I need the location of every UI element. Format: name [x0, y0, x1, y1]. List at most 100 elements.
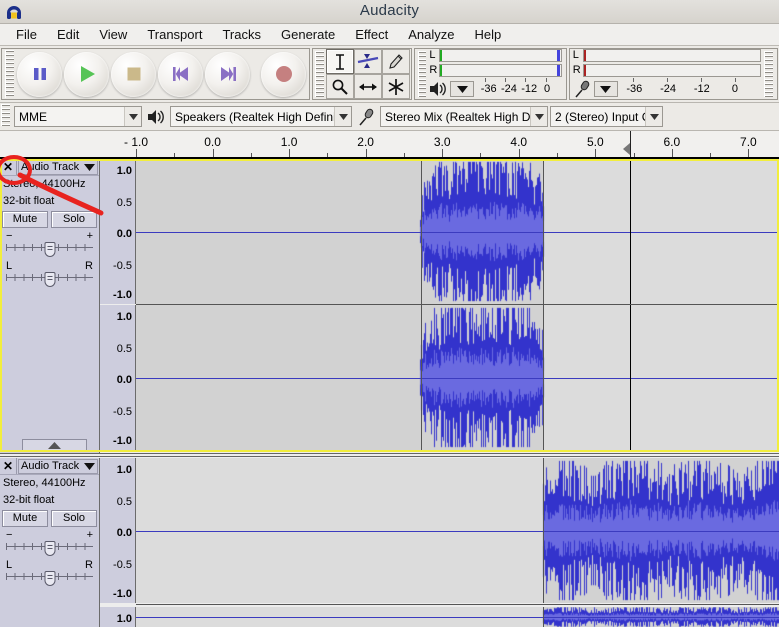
track-1-close-button[interactable]: ✕	[0, 159, 17, 175]
track-2-solo-button[interactable]: Solo	[51, 510, 97, 527]
track-1-control-panel: ✕ Audio Track Stereo, 44100Hz 32-bit flo…	[0, 159, 100, 455]
track-2-gain-max-label: +	[86, 529, 93, 541]
t2c1-vlabel-1: 1.0	[116, 464, 132, 476]
input-channels-select[interactable]: 2 (Stereo) Input C	[550, 106, 663, 127]
zoom-tool-button[interactable]	[326, 74, 354, 99]
ruler-label-6: 5.0	[586, 135, 604, 149]
track-1-gain-min-label: −	[6, 230, 13, 242]
track-1-channel-1-waveform[interactable]	[136, 159, 779, 304]
play-button[interactable]	[64, 51, 109, 97]
track-1-gain-thumb[interactable]	[44, 242, 55, 257]
playback-scale-12: -12	[521, 83, 538, 95]
t1c1-vlabel-1: 1.0	[116, 165, 132, 177]
playhead-line[interactable]	[629, 131, 631, 157]
track-1-pan-thumb[interactable]	[44, 272, 55, 287]
tools-toolbar	[312, 48, 412, 100]
record-meter-start-l	[583, 50, 586, 61]
menu-view[interactable]: View	[89, 25, 137, 44]
playback-meter-bar-r[interactable]	[439, 64, 562, 77]
track-2-channel-separator	[136, 604, 779, 605]
skip-to-end-button[interactable]	[205, 51, 250, 97]
pause-button[interactable]	[17, 51, 62, 97]
track-1-name-dropdown[interactable]: Audio Track	[18, 159, 98, 175]
menu-edit[interactable]: Edit	[47, 25, 89, 44]
playback-meter-clip-r	[556, 65, 560, 76]
record-meter-menu-button[interactable]	[593, 81, 618, 97]
track-2-close-button[interactable]: ✕	[0, 458, 17, 474]
timeshift-tool-button[interactable]	[354, 74, 382, 99]
track-2-mute-button[interactable]: Mute	[2, 510, 48, 527]
stop-button[interactable]	[111, 51, 156, 97]
edit-cursor	[629, 305, 631, 450]
track-2-header: ✕ Audio Track	[0, 458, 99, 475]
speaker-icon	[148, 109, 164, 124]
track-2-gain-slider[interactable]: − +	[6, 529, 93, 557]
clip-edge	[543, 458, 545, 603]
track-2-pan-left-label: L	[6, 559, 13, 571]
track-2-gain-thumb[interactable]	[44, 541, 55, 556]
track-2-channel-1-waveform[interactable]	[136, 458, 779, 603]
device-toolbar: MME Speakers (Realtek High Definit Stere…	[0, 103, 779, 131]
playback-meter-bar-l[interactable]	[439, 49, 562, 62]
playback-scale-24: -24	[500, 83, 517, 95]
track-1-solo-button[interactable]: Solo	[51, 211, 97, 228]
draw-tool-button[interactable]	[382, 49, 410, 74]
menu-file[interactable]: File	[6, 25, 47, 44]
record-button[interactable]	[261, 51, 306, 97]
t1c1-vlabel-m1: -1.0	[113, 289, 132, 301]
clip-edge	[543, 305, 545, 450]
input-device-select[interactable]: Stereo Mix (Realtek High Defir	[380, 106, 548, 127]
t2c1-vlabel-m1: -1.0	[113, 588, 132, 600]
record-meter-label-r: R	[572, 64, 581, 76]
envelope-tool-button[interactable]	[354, 49, 382, 74]
track-1-collapse-button[interactable]	[22, 439, 87, 452]
clip-edge	[420, 159, 422, 304]
record-meter-toolbar: L R -36 -24 -12 0	[568, 48, 778, 100]
playback-scale-36: -36	[480, 83, 497, 95]
track-1-pan-slider[interactable]: L R	[6, 261, 93, 288]
track-2-format-line-1: Stereo, 44100Hz	[3, 477, 86, 489]
multi-tool-button[interactable]	[382, 74, 410, 99]
track-1-mute-solo-row: Mute Solo	[2, 211, 97, 228]
timeline-ruler[interactable]: - 1.0 0.0 1.0 2.0 3.0 4.0 5.0 6.0 7.0	[0, 131, 779, 159]
transport-toolbar-grip[interactable]	[5, 50, 14, 98]
output-device-value: Speakers (Realtek High Definit	[175, 109, 340, 124]
t1c2-vlabel-1: 1.0	[116, 311, 132, 323]
device-toolbar-grip[interactable]	[1, 104, 10, 126]
menu-analyze[interactable]: Analyze	[398, 25, 464, 44]
record-meter-bar-r[interactable]	[582, 64, 762, 77]
track-2-channel-2-waveform[interactable]	[136, 607, 779, 627]
t1c2-vlabel-m05: -0.5	[113, 406, 132, 418]
t2c1-vlabel-m05: -0.5	[113, 559, 132, 571]
edit-cursor	[629, 159, 631, 304]
menu-transport[interactable]: Transport	[137, 25, 212, 44]
menu-help[interactable]: Help	[464, 25, 511, 44]
record-meter-bar-l[interactable]	[582, 49, 762, 62]
audio-track-1: ✕ Audio Track Stereo, 44100Hz 32-bit flo…	[0, 159, 779, 455]
chevron-down-icon	[530, 107, 547, 126]
audio-track-2: ✕ Audio Track Stereo, 44100Hz 32-bit flo…	[0, 458, 779, 627]
playhead-marker[interactable]	[622, 143, 630, 155]
audio-host-value: MME	[19, 109, 47, 124]
track-2-name-dropdown[interactable]: Audio Track	[18, 458, 98, 474]
menu-tracks[interactable]: Tracks	[212, 25, 271, 44]
track-2-gain-min-label: −	[6, 529, 13, 541]
track-2-pan-thumb[interactable]	[44, 571, 55, 586]
tools-toolbar-grip[interactable]	[315, 51, 324, 97]
output-device-select[interactable]: Speakers (Realtek High Definit	[170, 106, 352, 127]
track-2-pan-slider[interactable]: L R	[6, 559, 93, 587]
track-1-gain-slider[interactable]: − +	[6, 230, 93, 258]
playback-meter-start-l	[440, 50, 443, 61]
skip-to-start-button[interactable]	[158, 51, 203, 97]
menu-effect[interactable]: Effect	[345, 25, 398, 44]
track-1-mute-button[interactable]: Mute	[2, 211, 48, 228]
selection-tool-button[interactable]	[326, 49, 354, 74]
menu-generate[interactable]: Generate	[271, 25, 345, 44]
record-meter-grip-right[interactable]	[764, 51, 773, 97]
playback-meter-menu-button[interactable]	[450, 81, 475, 97]
input-device-value: Stereo Mix (Realtek High Defir	[385, 109, 548, 124]
menu-bar: File Edit View Transport Tracks Generate…	[0, 24, 779, 46]
playback-meter-grip[interactable]	[418, 51, 427, 97]
audio-host-select[interactable]: MME	[14, 106, 142, 127]
track-1-channel-2-waveform[interactable]	[136, 305, 779, 450]
